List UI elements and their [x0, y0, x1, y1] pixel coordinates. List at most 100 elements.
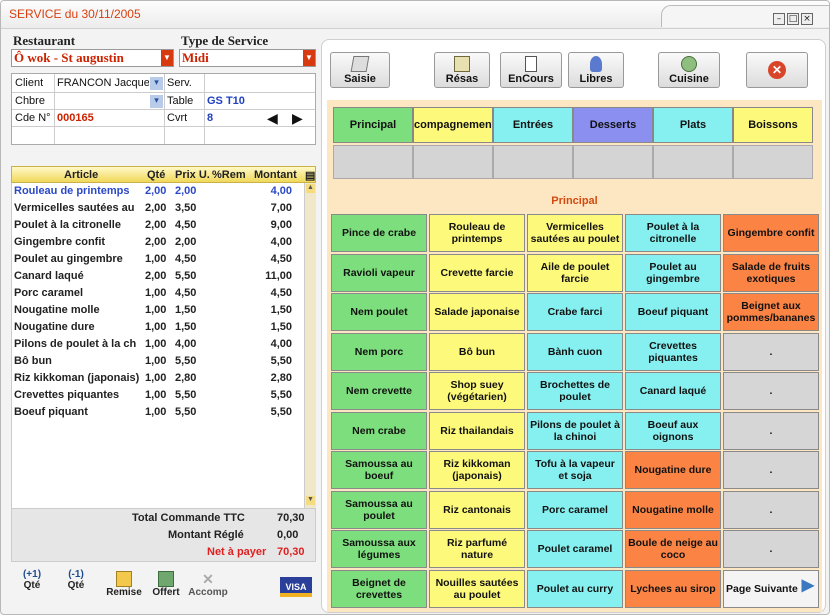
subcategory-slot[interactable] [733, 145, 813, 179]
menu-item[interactable]: Nem crabe [331, 411, 427, 450]
minimize-icon[interactable]: – [773, 13, 785, 25]
empty-item-slot[interactable]: . [723, 530, 819, 568]
menu-item[interactable]: Nem poulet [331, 293, 427, 331]
discount-button[interactable]: Remise [103, 569, 145, 607]
menu-item[interactable]: Brochettes de poulet [527, 372, 623, 410]
menu-item[interactable]: Salade de fruits exotiques [723, 253, 819, 292]
chevron-down-icon[interactable]: ▼ [303, 50, 315, 66]
menu-item[interactable]: Rouleau de printemps [429, 214, 525, 252]
menu-item[interactable]: Samoussa au poulet [331, 490, 427, 529]
empty-item-slot[interactable]: . [723, 490, 819, 529]
menu-item[interactable]: Aile de poulet farcie [527, 253, 623, 292]
menu-item[interactable]: Pilons de poulet à la chinoi [527, 411, 623, 450]
offered-button[interactable]: Offert [145, 569, 187, 607]
menu-item[interactable]: Riz thailandais [429, 411, 525, 450]
subcategory-slot[interactable] [413, 145, 493, 179]
table-row[interactable]: Boeuf piquant 1,00 5,50 5,50 [12, 404, 307, 421]
menu-item[interactable]: Poulet au gingembre [625, 253, 721, 292]
service-type-select[interactable]: Midi ▼ [179, 49, 316, 67]
table-row[interactable]: Gingembre confit 2,00 2,00 4,00 [12, 234, 307, 251]
client-field[interactable]: FRANCON Jacques [57, 77, 149, 89]
resas-button[interactable]: Résas [434, 52, 490, 88]
col-discount[interactable]: %Rem [212, 169, 246, 181]
menu-item[interactable]: Vermicelles sautées au poulet [527, 214, 623, 252]
table-row[interactable]: Poulet au gingembre 1,00 4,50 4,50 [12, 251, 307, 268]
menu-item[interactable]: Samoussa aux légumes [331, 530, 427, 568]
chevron-down-icon[interactable]: ▼ [161, 50, 173, 66]
table-field[interactable]: GS T10 [207, 95, 245, 107]
table-row[interactable]: Nougatine molle 1,00 1,50 1,50 [12, 302, 307, 319]
menu-item[interactable]: Beignet aux pommes/bananes [723, 293, 819, 331]
empty-item-slot[interactable]: . [723, 372, 819, 410]
category-plats[interactable]: Plats [653, 107, 733, 143]
col-qty[interactable]: Qté [147, 169, 165, 181]
chbre-field[interactable] [57, 95, 149, 108]
saisie-button[interactable]: Saisie [330, 52, 390, 88]
empty-item-slot[interactable]: . [723, 451, 819, 489]
menu-item[interactable]: Shop suey (végétarien) [429, 372, 525, 410]
cvrt-field[interactable]: 8 [207, 112, 213, 124]
empty-item-slot[interactable]: . [723, 332, 819, 371]
menu-item[interactable]: Samoussa au boeuf [331, 451, 427, 489]
table-row[interactable]: Canard laqué 2,00 5,50 11,00 [12, 268, 307, 285]
prev-arrow-icon[interactable]: ◀ [267, 110, 278, 127]
subcategory-slot[interactable] [653, 145, 733, 179]
table-row[interactable]: Rouleau de printemps 2,00 2,00 4,00 [12, 183, 307, 200]
column-config-icon[interactable]: ▤ [305, 169, 315, 182]
accompaniment-button[interactable]: ✕ Accomp [187, 569, 229, 607]
empty-item-slot[interactable]: . [723, 411, 819, 450]
lookup-icon[interactable]: ▾ [150, 77, 163, 90]
menu-item[interactable]: Boule de neige au coco [625, 530, 721, 568]
libres-button[interactable]: Libres [568, 52, 624, 88]
category-entrees[interactable]: Entrées [493, 107, 573, 143]
menu-item[interactable]: Lychees au sirop [625, 569, 721, 608]
subcategory-slot[interactable] [493, 145, 573, 179]
menu-item[interactable]: Crabe farci [527, 293, 623, 331]
col-article[interactable]: Article [64, 169, 98, 181]
subcategory-slot[interactable] [573, 145, 653, 179]
table-row[interactable]: Crevettes piquantes 1,00 5,50 5,50 [12, 387, 307, 404]
cuisine-button[interactable]: Cuisine [658, 52, 720, 88]
table-row[interactable]: Nougatine dure 1,00 1,50 1,50 [12, 319, 307, 336]
encours-button[interactable]: EnCours [500, 52, 562, 88]
menu-item[interactable]: Canard laqué [625, 372, 721, 410]
table-row[interactable]: Poulet à la citronelle 2,00 4,50 9,00 [12, 217, 307, 234]
menu-item[interactable]: Beignet de crevettes [331, 569, 427, 608]
menu-item[interactable]: Bô bun [429, 332, 525, 371]
category-boissons[interactable]: Boissons [733, 107, 813, 143]
close-icon[interactable]: × [801, 13, 813, 25]
menu-item[interactable]: Poulet caramel [527, 530, 623, 568]
menu-item[interactable]: Boeuf piquant [625, 293, 721, 331]
col-amount[interactable]: Montant [254, 169, 297, 181]
menu-item[interactable]: Riz kikkoman (japonais) [429, 451, 525, 489]
menu-item[interactable]: Nouilles sautées au poulet [429, 569, 525, 608]
menu-item[interactable]: Nougatine dure [625, 451, 721, 489]
table-row[interactable]: Pilons de poulet à la ch 1,00 4,00 4,00 [12, 336, 307, 353]
table-row[interactable]: Porc caramel 1,00 4,50 4,50 [12, 285, 307, 302]
exit-button[interactable]: ✕ [746, 52, 808, 88]
menu-item[interactable]: Riz cantonais [429, 490, 525, 529]
maximize-icon[interactable]: □ [787, 13, 799, 25]
menu-item[interactable]: Boeuf aux oignons [625, 411, 721, 450]
menu-item[interactable]: Porc caramel [527, 490, 623, 529]
menu-item[interactable]: Riz parfumé nature [429, 530, 525, 568]
menu-item[interactable]: Ravioli vapeur [331, 253, 427, 292]
menu-item[interactable]: Pince de crabe [331, 214, 427, 252]
table-row[interactable]: Riz kikkoman (japonais) 1,00 2,80 2,80 [12, 370, 307, 387]
menu-item[interactable]: Gingembre confit [723, 214, 819, 252]
menu-item[interactable]: Bành cuon [527, 332, 623, 371]
scrollbar[interactable]: ▲ ▼ [304, 183, 316, 508]
category-accompagnements[interactable]: Accompagnements [413, 107, 493, 143]
menu-item[interactable]: Nem crevette [331, 372, 427, 410]
minus-qty-button[interactable]: (-1) Qté [55, 569, 97, 607]
menu-item[interactable]: Crevette farcie [429, 253, 525, 292]
restaurant-select[interactable]: Ô wok - St augustin ▼ [11, 49, 174, 67]
menu-item[interactable]: Tofu à la vapeur et soja [527, 451, 623, 489]
card-payment-button[interactable]: VISA [277, 569, 315, 607]
menu-item[interactable]: Salade japonaise [429, 293, 525, 331]
lookup-icon[interactable]: ▾ [150, 95, 163, 108]
next-page-button[interactable]: Page Suivante ▶ [723, 569, 819, 608]
menu-item[interactable]: Nem porc [331, 332, 427, 371]
table-row[interactable]: Bô bun 1,00 5,50 5,50 [12, 353, 307, 370]
menu-item[interactable]: Poulet au curry [527, 569, 623, 608]
